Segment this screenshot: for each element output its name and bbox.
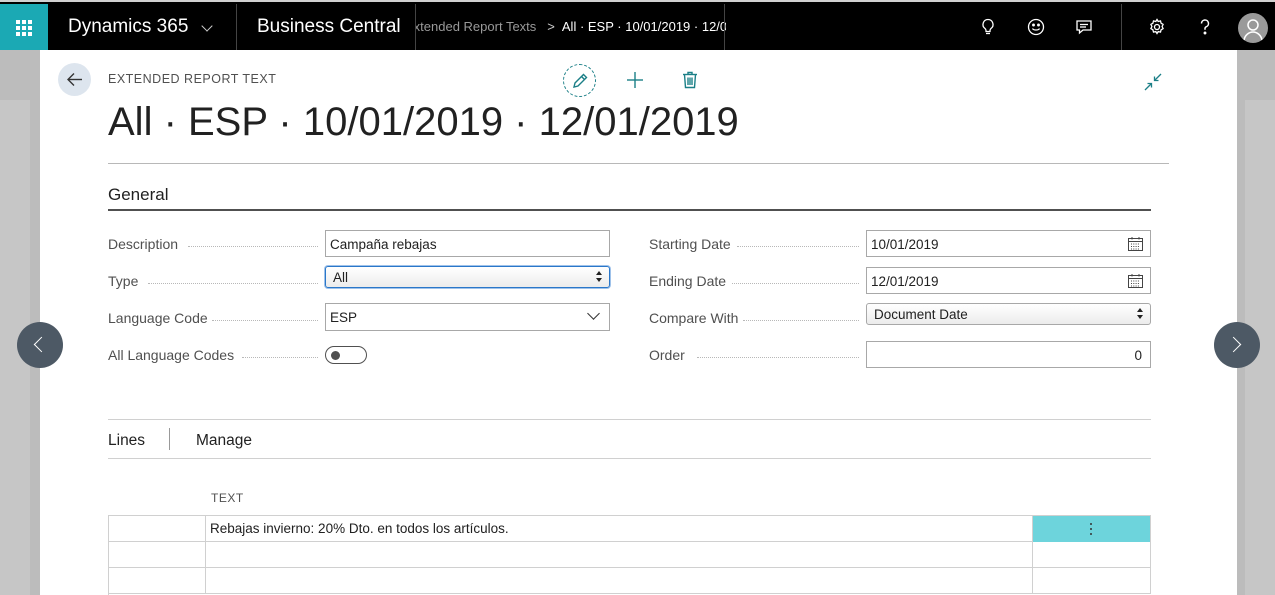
section-general-header[interactable]: General: [108, 185, 168, 205]
row-menu-cell[interactable]: [1033, 568, 1151, 594]
tab-manage[interactable]: Manage: [196, 432, 252, 450]
leader-dots: [697, 357, 859, 358]
divider: [108, 209, 1151, 211]
ending-date-field[interactable]: 12/01/2019: [866, 267, 1151, 294]
divider: [108, 163, 1169, 164]
page-type-label: EXTENDED REPORT TEXT: [108, 72, 277, 86]
divider: [169, 428, 170, 450]
select-arrows-icon: [596, 271, 604, 283]
type-select-value: All: [333, 270, 349, 285]
text-cell[interactable]: [206, 568, 1033, 594]
leader-dots: [212, 320, 318, 321]
more-vertical-icon: [1090, 522, 1093, 536]
divider: [236, 4, 237, 52]
lines-grid: Rebajas invierno: 20% Dto. en todos los …: [108, 515, 1151, 595]
compare-with-value: Document Date: [874, 307, 968, 322]
page-title: All · ESP · 10/01/2019 · 12/01/2019: [108, 100, 739, 144]
compare-with-label: Compare With: [649, 310, 739, 326]
compare-with-select[interactable]: Document Date: [866, 303, 1151, 325]
text-cell[interactable]: [206, 542, 1033, 568]
app-name[interactable]: Business Central: [257, 16, 401, 38]
table-row[interactable]: [109, 568, 1151, 594]
gear-icon[interactable]: [1147, 17, 1167, 37]
calendar-icon[interactable]: [1128, 237, 1143, 254]
select-arrows-icon: [1137, 308, 1145, 320]
row-selector[interactable]: [109, 516, 206, 542]
text-cell-value: Rebajas invierno: 20% Dto. en todos los …: [210, 521, 509, 536]
type-select[interactable]: All: [325, 266, 610, 288]
row-selector[interactable]: [109, 542, 206, 568]
chat-icon[interactable]: [1074, 17, 1094, 37]
row-menu-button[interactable]: [1033, 516, 1151, 542]
previous-record-button[interactable]: [17, 322, 63, 368]
order-field[interactable]: 0: [866, 341, 1151, 368]
all-language-codes-label: All Language Codes: [108, 347, 235, 363]
chevron-left-icon: [33, 336, 50, 353]
next-record-button[interactable]: [1214, 322, 1260, 368]
language-code-dropdown[interactable]: ESP: [325, 303, 610, 331]
row-menu-cell[interactable]: [1033, 542, 1151, 568]
edit-button[interactable]: [563, 64, 596, 97]
starting-date-value: 10/01/2019: [871, 237, 939, 252]
language-code-label: Language Code: [108, 310, 208, 326]
breadcrumb: Extended Report Texts > All · ESP · 10/01/…: [416, 19, 726, 39]
help-icon[interactable]: [1195, 17, 1215, 37]
order-label: Order: [649, 347, 685, 363]
description-label: Description: [108, 236, 179, 252]
calendar-icon[interactable]: [1128, 274, 1143, 291]
tab-lines[interactable]: Lines: [108, 432, 145, 450]
avatar-icon[interactable]: [1238, 13, 1268, 43]
column-header-text[interactable]: TEXT: [211, 491, 244, 505]
lightbulb-icon[interactable]: [978, 17, 998, 37]
ending-date-value: 12/01/2019: [871, 274, 939, 289]
type-label: Type: [108, 273, 139, 289]
starting-date-label: Starting Date: [649, 236, 731, 252]
leader-dots: [737, 246, 859, 247]
delete-button[interactable]: [682, 71, 698, 93]
description-field[interactable]: Campaña rebajas: [325, 230, 610, 257]
leader-dots: [242, 357, 318, 358]
text-cell[interactable]: Rebajas invierno: 20% Dto. en todos los …: [206, 516, 1033, 542]
leader-dots: [732, 283, 859, 284]
chevron-down-icon[interactable]: [201, 20, 213, 32]
table-row[interactable]: [109, 542, 1151, 568]
table-row[interactable]: Rebajas invierno: 20% Dto. en todos los …: [109, 516, 1151, 542]
language-code-value: ESP: [330, 310, 358, 325]
breadcrumb-current: All · ESP · 10/01/2019 · 12/01/2019: [561, 19, 726, 34]
leader-dots: [743, 320, 859, 321]
ending-date-label: Ending Date: [649, 273, 727, 289]
row-selector[interactable]: [109, 568, 206, 594]
chevron-right-icon: [1225, 336, 1242, 353]
collapse-icon[interactable]: [1144, 73, 1162, 95]
divider: [108, 419, 1151, 420]
waffle-icon[interactable]: [0, 4, 48, 52]
divider: [108, 458, 1151, 459]
leader-dots: [188, 246, 318, 247]
breadcrumb-separator: >: [547, 19, 555, 34]
chevron-down-icon: [587, 307, 600, 320]
all-language-codes-toggle[interactable]: [325, 346, 367, 364]
new-button[interactable]: [626, 71, 644, 93]
divider: [1121, 4, 1122, 52]
divider: [724, 4, 725, 52]
starting-date-field[interactable]: 10/01/2019: [866, 230, 1151, 257]
top-bar: Dynamics 365 Business Central Extended R…: [0, 0, 1275, 52]
leader-dots: [148, 283, 318, 284]
breadcrumb-prev[interactable]: Extended Report Texts: [416, 19, 536, 34]
back-button[interactable]: [58, 63, 91, 96]
product-name[interactable]: Dynamics 365: [68, 16, 188, 38]
smiley-icon[interactable]: [1026, 17, 1046, 37]
